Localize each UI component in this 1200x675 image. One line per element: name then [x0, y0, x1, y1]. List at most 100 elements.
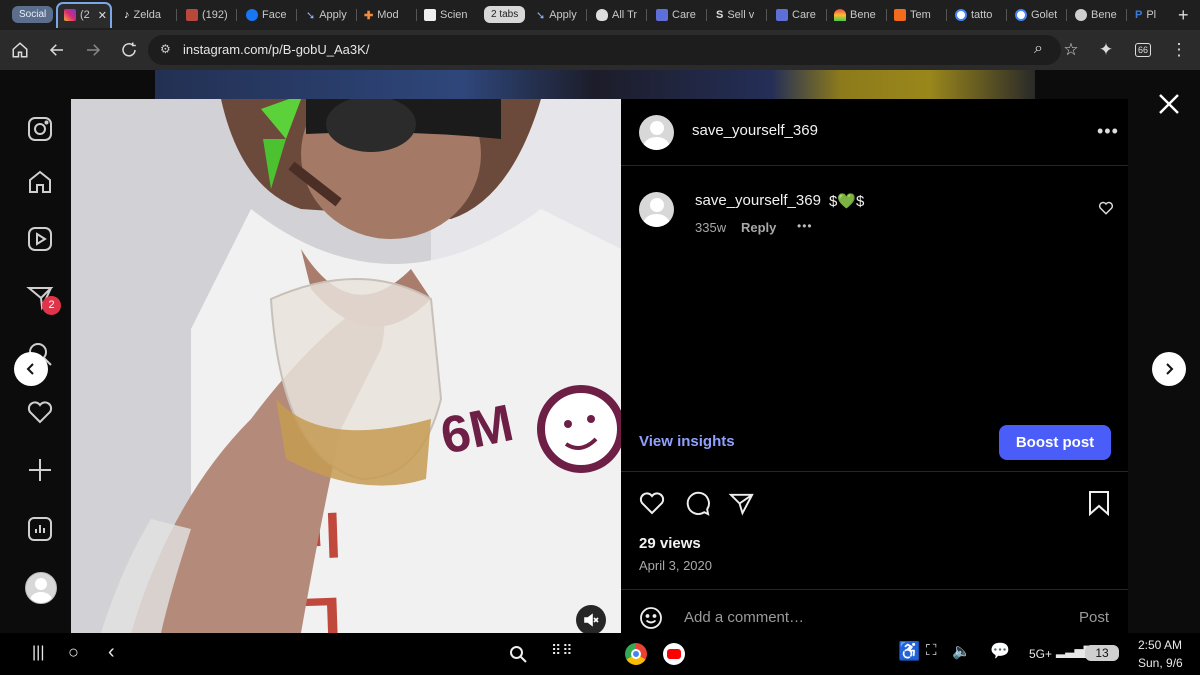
home-circle-icon[interactable]: ○ [68, 642, 79, 663]
tab-facebook[interactable]: Face [246, 6, 286, 24]
accessibility-icon[interactable]: ♿ [898, 641, 920, 662]
post-media[interactable]: 6M lnsun Lunch [71, 99, 621, 633]
extension-button[interactable]: 66 [1131, 38, 1155, 62]
back-chevron-icon[interactable]: ‹ [108, 641, 115, 664]
engagement-divider [621, 471, 1128, 472]
close-icon[interactable] [1157, 92, 1181, 116]
tab-careers[interactable]: Care [656, 6, 696, 24]
profile-avatar[interactable] [25, 572, 57, 604]
recent-apps-icon[interactable]: ||| [32, 644, 44, 662]
forward-button[interactable] [81, 38, 105, 62]
google-icon [955, 9, 967, 21]
tab-inbox[interactable]: (192) [186, 6, 228, 24]
network-label: 5G+ [1029, 647, 1053, 661]
post-author[interactable]: save_yourself_369 [692, 122, 818, 139]
search-icon[interactable] [509, 645, 527, 663]
tab-sell[interactable]: S Sell v [716, 6, 754, 24]
next-post-button[interactable] [1152, 352, 1186, 386]
reload-button[interactable] [117, 38, 141, 62]
create-icon[interactable] [26, 456, 54, 484]
tab-benefits[interactable]: Bene [834, 6, 876, 24]
shield-icon [596, 9, 608, 21]
instagram-page: 2 6M lnsun Lunch [0, 70, 1200, 633]
tab-group-label: Social [19, 9, 47, 20]
tiktok-icon: ♪ [124, 9, 130, 21]
menu-button[interactable]: ⋮ [1167, 38, 1191, 62]
mute-button[interactable] [576, 605, 606, 633]
tab-benefits-2[interactable]: Bene [1075, 6, 1117, 24]
url-text[interactable]: instagram.com/p/B-gobU_Aa3K/ [183, 42, 369, 57]
post-date: April 3, 2020 [639, 558, 712, 573]
screenshot-icon[interactable]: ⛶ [926, 642, 937, 659]
reply-link[interactable]: Reply [741, 220, 776, 235]
clock-time: 2:50 AM [1138, 638, 1183, 652]
heart-icon[interactable] [26, 398, 54, 426]
instagram-logo-icon[interactable] [26, 115, 54, 143]
dashboard-icon[interactable] [26, 515, 54, 543]
sparkle-button[interactable]: ✦ [1094, 38, 1118, 62]
tab-all-trails[interactable]: All Tr [596, 6, 637, 24]
tab-apply[interactable]: ➘ Apply [306, 6, 347, 24]
temu-icon [894, 9, 906, 21]
tab-close-icon[interactable]: ✕ [98, 9, 107, 22]
youtube-app-icon[interactable] [663, 643, 685, 665]
back-button[interactable] [45, 38, 69, 62]
new-tab-button[interactable]: + [1178, 6, 1189, 24]
tab-science[interactable]: Scien [424, 6, 468, 24]
tab-group-collapsed[interactable]: 2 tabs [484, 6, 526, 23]
site-settings-icon[interactable]: ⚙ [160, 42, 171, 56]
system-taskbar: ||| ○ ‹ ⠿⠿ ♿ ⛶ 🔈 💬 5G+ ▂▃▅▇ 13 2:50 AM S… [0, 633, 1200, 675]
chat-icon[interactable]: 💬 [990, 641, 1010, 661]
tab-careers-2[interactable]: Care [776, 6, 816, 24]
tab-tiktok[interactable]: ♪ Zelda [124, 6, 161, 24]
share-icon[interactable] [728, 490, 755, 517]
left-navigation: 2 [0, 70, 80, 633]
boost-post-button[interactable]: Boost post [999, 425, 1111, 460]
save-icon[interactable] [1087, 490, 1111, 516]
tab-label: Care [672, 9, 696, 21]
comment-input[interactable]: Add a comment… [684, 609, 804, 626]
comment-username[interactable]: save_yourself_369 [695, 192, 821, 209]
actions-divider [621, 421, 1128, 422]
paypal-icon: P [1135, 9, 1143, 21]
tab-label: Zelda [133, 9, 162, 21]
bookmark-button[interactable]: ☆ [1059, 38, 1083, 62]
home-icon [12, 42, 28, 58]
view-insights-link[interactable]: View insights [639, 433, 735, 450]
previous-post-button[interactable] [14, 352, 48, 386]
tab-temu[interactable]: Tem [894, 6, 931, 24]
tab-tattoo[interactable]: tatto [955, 6, 992, 24]
tab-instagram[interactable]: (2 ✕ [64, 6, 107, 24]
like-icon[interactable] [638, 489, 666, 517]
tab-label: tatto [971, 9, 993, 21]
tab-apply-2[interactable]: ➘ Apply [536, 6, 577, 24]
arrow-icon: ➘ [536, 9, 546, 22]
more-options-icon[interactable]: ••• [1097, 121, 1119, 142]
comment-like-icon[interactable] [1098, 200, 1114, 216]
comment-options-icon[interactable]: ••• [797, 219, 813, 233]
commenter-avatar[interactable] [639, 192, 674, 227]
arrow-left-icon [49, 44, 63, 56]
address-bar[interactable]: ⚙ instagram.com/p/B-gobU_Aa3K/ ⌕ [148, 35, 1061, 65]
tab-divider [706, 9, 707, 21]
tab-mod[interactable]: ✚ Mod [364, 6, 399, 24]
tab-paypal[interactable]: P Pl [1135, 6, 1156, 24]
home-button[interactable] [8, 38, 32, 62]
browser-toolbar: ⚙ instagram.com/p/B-gobU_Aa3K/ ⌕ ☆ ✦ 66 … [0, 30, 1200, 70]
app-grid-icon[interactable]: ⠿⠿ [551, 642, 574, 659]
chrome-app-icon[interactable] [625, 643, 647, 665]
tab-label: Mod [377, 9, 399, 21]
tab-label: Bene [850, 9, 876, 21]
comment-icon[interactable] [684, 490, 711, 517]
tab-golet[interactable]: Golet [1015, 6, 1057, 24]
zoom-icon[interactable]: ⌕ [1034, 40, 1043, 58]
author-avatar[interactable] [639, 115, 674, 150]
post-comment-button[interactable]: Post [1079, 609, 1109, 626]
home-icon[interactable] [26, 168, 54, 196]
emoji-icon[interactable] [639, 606, 663, 630]
volume-icon[interactable]: 🔈 [952, 642, 971, 660]
tab-divider [586, 9, 587, 21]
tab-group-social[interactable]: Social [12, 6, 54, 23]
reels-icon[interactable] [26, 225, 54, 253]
comment-box-divider [621, 589, 1128, 590]
